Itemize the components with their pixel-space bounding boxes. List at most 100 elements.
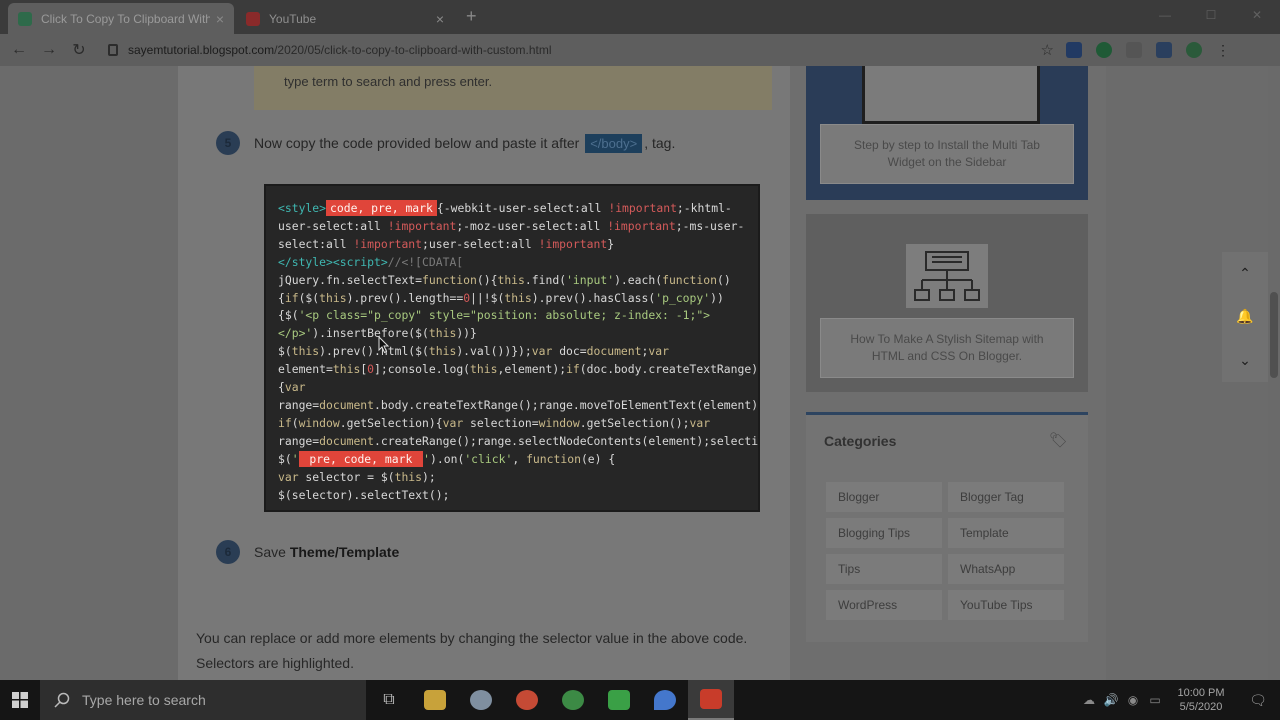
code-token: if — [566, 362, 580, 377]
code-token: ( — [291, 415, 299, 430]
camtasia-icon[interactable] — [596, 680, 642, 720]
chevron-down-icon[interactable]: ⌄ — [1239, 352, 1251, 369]
url-field[interactable]: sayemtutorial.blogspot.com/2020/05/click… — [108, 38, 1066, 62]
bell-icon[interactable]: 🔔 — [1236, 308, 1253, 325]
tab-close-icon[interactable]: × — [436, 11, 444, 27]
chrome-icon[interactable] — [504, 680, 550, 720]
post-card-caption[interactable]: How To Make A Stylish Sitemap with HTML … — [820, 318, 1074, 378]
step-number: 6 — [216, 540, 240, 564]
code-token: document — [319, 433, 375, 448]
code-line: </style><script>//<![CDATA[ — [278, 254, 758, 272]
tag-icon: 🏷 — [1048, 432, 1068, 449]
search-placeholder: Type here to search — [82, 692, 206, 708]
category-chip[interactable]: WhatsApp — [948, 554, 1064, 584]
code-token: </style><script> — [278, 254, 388, 269]
code-token: function — [662, 272, 717, 287]
scrollbar[interactable] — [1268, 66, 1280, 680]
code-token: !important — [607, 218, 676, 233]
minimize-icon[interactable]: — — [1142, 0, 1188, 30]
code-token: ;-khtml- — [676, 201, 732, 215]
new-tab-button[interactable]: + — [466, 6, 477, 27]
bookmark-star-icon[interactable]: ☆ — [1041, 41, 1054, 59]
code-token: {$( — [278, 308, 299, 323]
code-token: ).prev().length== — [346, 290, 464, 305]
category-chip[interactable]: Blogger — [826, 482, 942, 512]
code-token: jQuery.fn.selectText= — [278, 272, 423, 287]
wifi-icon[interactable]: ◉ — [1122, 693, 1144, 707]
extension-icon[interactable] — [1126, 42, 1142, 58]
code-token: (doc.body.createTextRange) — [579, 362, 759, 377]
notification-icon[interactable]: 🗨 — [1236, 692, 1280, 709]
post-card-caption[interactable]: Step by step to Install the Multi Tab Wi… — [820, 124, 1074, 184]
body-tag-chip: </body> — [585, 133, 643, 153]
code-line: jQuery.fn.selectText=function(){this.fin… — [278, 272, 758, 290]
code-line: var selector = $(this); — [278, 469, 758, 487]
reload-icon[interactable]: ↻ — [64, 40, 94, 60]
code-token: 'input' — [566, 272, 615, 287]
code-line: $(this).prev().html($(this).val())});var… — [278, 343, 758, 361]
code-token: range= — [278, 397, 320, 412]
code-token: .body.createTextRange();range.moveToElem… — [374, 397, 760, 412]
code-token: this — [332, 362, 361, 377]
code-token: , — [512, 451, 527, 466]
category-chip[interactable]: Blogger Tag — [948, 482, 1064, 512]
maximize-icon[interactable]: ☐ — [1188, 0, 1234, 30]
category-chip[interactable]: Tips — [826, 554, 942, 584]
code-token: ).insertBefore($( — [312, 326, 429, 341]
code-token: .createRange();range.selectNodeContents(… — [374, 433, 760, 448]
back-arrow-icon[interactable]: ← — [4, 41, 34, 59]
tab-title: YouTube — [269, 11, 317, 26]
chevron-up-icon[interactable]: ⌃ — [1239, 265, 1251, 282]
file-explorer-icon[interactable] — [412, 680, 458, 720]
article-paragraph: You can replace or add more elements by … — [196, 630, 748, 671]
taskbar-search[interactable]: Type here to search — [40, 680, 366, 720]
paint-app-icon[interactable] — [642, 680, 688, 720]
code-token: function — [526, 451, 581, 466]
profile-extension-icon[interactable] — [1186, 42, 1202, 58]
screen-capture-extension-icon[interactable] — [1156, 42, 1172, 58]
code-token: var — [442, 415, 464, 430]
code-token: window — [538, 415, 580, 430]
code-block[interactable]: <style> code, pre, mark {-webkit-user-sele… — [264, 184, 760, 512]
category-chip[interactable]: Template — [948, 518, 1064, 548]
grammarly-extension-icon[interactable] — [1096, 42, 1112, 58]
code-token: 'click' — [464, 451, 513, 466]
category-chip[interactable]: Blogging Tips — [826, 518, 942, 548]
code-token: selector = $( — [298, 469, 395, 484]
tab-close-icon[interactable]: × — [216, 11, 224, 27]
sidebar: Step by step to Install the Multi Tab Wi… — [790, 66, 1106, 680]
clock[interactable]: 10:00 PM 5/5/2020 — [1166, 686, 1236, 714]
post-card-multi-tab[interactable]: Step by step to Install the Multi Tab Wi… — [806, 66, 1088, 200]
battery-icon[interactable]: ▭ — [1144, 693, 1166, 707]
code-token: ;user-select:all — [422, 236, 539, 251]
code-token: .getSelection){ — [339, 415, 443, 430]
forward-arrow-icon[interactable]: → — [34, 41, 64, 59]
category-chip[interactable]: YouTube Tips — [948, 590, 1064, 620]
close-window-icon[interactable]: ✕ — [1234, 0, 1280, 30]
code-line: {$('<p class="p_copy" style="position: a… — [278, 307, 758, 325]
network-icon[interactable]: ☁ — [1078, 693, 1100, 707]
code-token: window — [298, 415, 340, 430]
scrollbar-thumb[interactable] — [1270, 292, 1278, 378]
translate-extension-icon[interactable] — [1066, 42, 1082, 58]
code-line: if(window.getSelection){var selection=wi… — [278, 415, 758, 433]
code-line: {var — [278, 379, 758, 397]
windows-start-button[interactable] — [0, 680, 40, 720]
app-icon[interactable] — [458, 680, 504, 720]
menu-dots-icon[interactable]: ⋮ — [1216, 42, 1232, 58]
post-card-sitemap[interactable]: How To Make A Stylish Sitemap with HTML … — [806, 214, 1088, 392]
task-view-icon[interactable]: ⧉ — [366, 680, 412, 720]
code-token: var — [648, 344, 669, 359]
tab-blog-post[interactable]: Click To Copy To Clipboard With × — [8, 3, 234, 34]
tab-youtube[interactable]: YouTube × — [236, 3, 454, 34]
code-token: () — [716, 272, 731, 287]
volume-icon[interactable]: 🔊 — [1100, 693, 1122, 707]
code-token: selection= — [463, 415, 539, 430]
recorder-app-icon[interactable] — [688, 680, 734, 720]
category-chip[interactable]: WordPress — [826, 590, 942, 620]
code-token: ).each( — [614, 272, 663, 287]
chrome-alt-icon[interactable] — [550, 680, 596, 720]
sitemap-icon — [914, 251, 980, 301]
code-token: <style> — [278, 201, 327, 215]
mouse-cursor-icon — [378, 336, 390, 354]
